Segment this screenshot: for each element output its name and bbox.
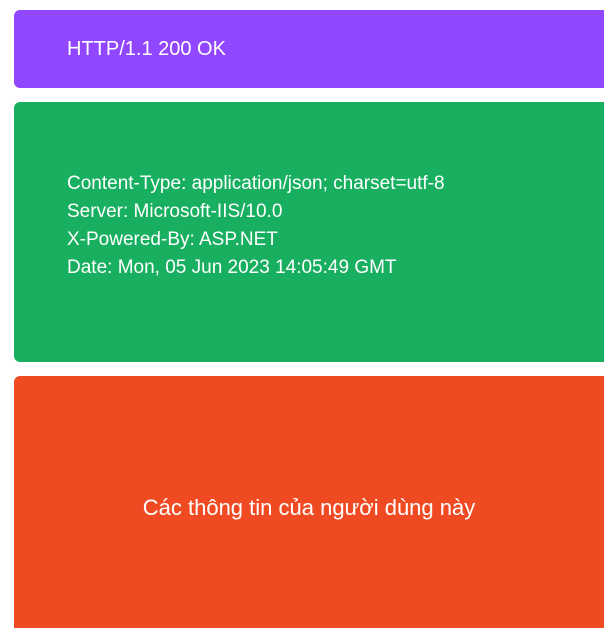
header-list: Content-Type: application/json; charset=…	[67, 170, 445, 282]
header-server: Server: Microsoft-IIS/10.0	[67, 201, 283, 222]
response-body-panel: Các thông tin của người dùng này	[14, 376, 604, 628]
status-line-panel: HTTP/1.1 200 OK	[14, 10, 604, 88]
header-content-type: Content-Type: application/json; charset=…	[67, 173, 445, 194]
status-line-text: HTTP/1.1 200 OK	[67, 38, 226, 60]
header-date: Date: Mon, 05 Jun 2023 14:05:49 GMT	[67, 257, 397, 278]
response-headers-panel: Content-Type: application/json; charset=…	[14, 102, 604, 362]
response-body-text: Các thông tin của người dùng này	[142, 495, 476, 520]
header-x-powered-by: X-Powered-By: ASP.NET	[67, 229, 278, 250]
